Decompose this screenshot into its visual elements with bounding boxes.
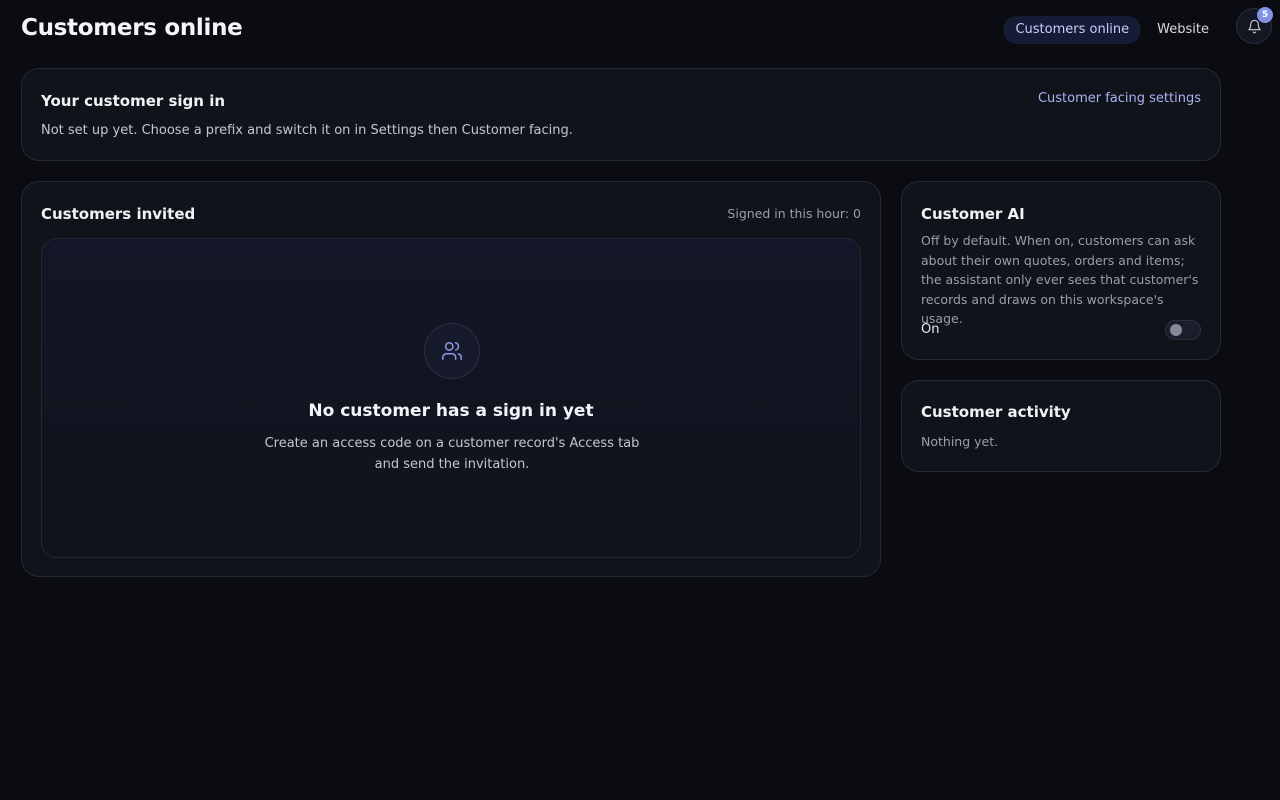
customer-ai-toggle[interactable]: [1165, 320, 1201, 340]
notification-badge: 5: [1257, 7, 1273, 23]
tab-customers-online[interactable]: Customers online: [1003, 16, 1142, 44]
customers-invited-title: Customers invited: [41, 205, 196, 223]
customer-ai-description: Off by default. When on, customers can a…: [921, 233, 1199, 327]
customer-activity-empty: Nothing yet.: [921, 434, 999, 449]
customer-ai-card: Customer AI Off by default. When on, cus…: [901, 181, 1221, 360]
empty-state: No customer has a sign in yet Create an …: [41, 238, 861, 558]
sign-in-title: Your customer sign in: [41, 92, 226, 110]
tab-website[interactable]: Website: [1145, 16, 1221, 44]
customer-activity-title: Customer activity: [921, 403, 1071, 421]
customer-ai-title: Customer AI: [921, 205, 1025, 223]
customer-activity-card: Customer activity Nothing yet.: [901, 380, 1221, 472]
customers-invited-card: Customers invited Signed in this hour: 0…: [21, 181, 881, 577]
customer-sign-in-card: Your customer sign in Customer facing se…: [21, 68, 1221, 161]
customer-ai-toggle-label: On: [921, 322, 940, 337]
sign-in-description: Not set up yet. Choose a prefix and swit…: [41, 123, 573, 138]
empty-state-title: No customer has a sign in yet: [308, 401, 594, 421]
toggle-knob: [1170, 324, 1182, 336]
page-title: Customers online: [21, 15, 243, 41]
top-nav: Customers online Website: [1003, 16, 1221, 44]
signed-in-count: Signed in this hour: 0: [727, 206, 861, 221]
empty-state-description: Create an access code on a customer reco…: [264, 436, 640, 472]
users-icon: [442, 342, 462, 360]
customer-facing-settings-link[interactable]: Customer facing settings: [1038, 91, 1201, 106]
empty-icon-circle: [424, 323, 480, 379]
notifications-button[interactable]: 5: [1236, 7, 1273, 44]
